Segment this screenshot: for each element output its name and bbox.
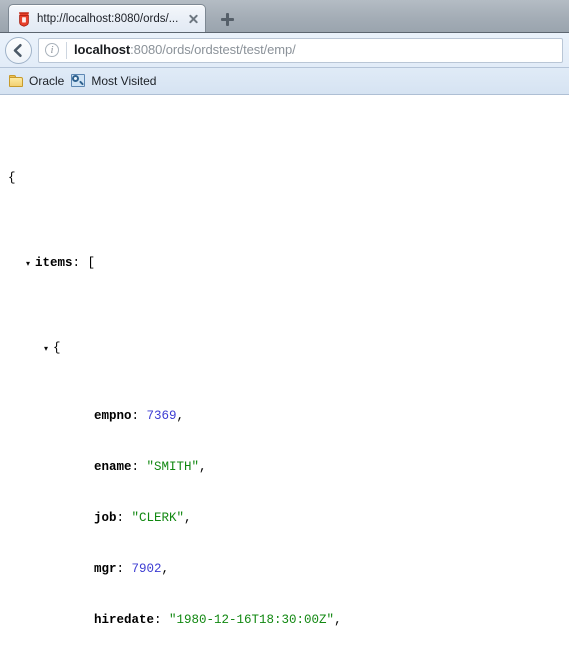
table-row: mgr: 7902, <box>94 562 170 576</box>
navigation-toolbar: i localhost:8080/ords/ordstest/test/emp/ <box>0 33 569 68</box>
value-ename: "SMITH" <box>146 460 200 474</box>
tab-strip: http://localhost:8080/ords/... <box>0 0 569 33</box>
back-button[interactable] <box>5 36 32 64</box>
table-row: hiredate: "1980-12-16T18:30:00Z", <box>94 613 342 627</box>
table-row: empno: 7369, <box>94 409 185 423</box>
browser-tab-active[interactable]: http://localhost:8080/ords/... <box>8 4 206 32</box>
value-job: "CLERK" <box>131 511 185 525</box>
url-bar[interactable]: i localhost:8080/ords/ordstest/test/emp/ <box>38 37 563 63</box>
json-object-open: ▾{ <box>44 340 61 357</box>
url-path: :8080/ords/ordstest/test/emp/ <box>130 42 296 57</box>
url-host: localhost <box>74 42 131 57</box>
arrow-left-icon <box>13 43 22 57</box>
folder-icon <box>9 74 24 88</box>
bookmarks-toolbar: Oracle Most Visited <box>0 68 569 95</box>
bookmark-item-oracle[interactable]: Oracle <box>7 71 69 91</box>
tab-title: http://localhost:8080/ords/... <box>37 12 179 25</box>
most-visited-icon <box>71 74 86 88</box>
value-hiredate: "1980-12-16T18:30:00Z" <box>169 613 335 627</box>
url-separator <box>66 41 67 59</box>
json-viewer-content: { ▾ items: [ ▾{ empno: 7369, ename: "SMIT… <box>0 95 569 653</box>
json-array-open: [ <box>87 256 96 270</box>
json-tree: { ▾ items: [ ▾{ empno: 7369, ename: "SMIT… <box>0 102 569 653</box>
bookmark-label: Oracle <box>29 74 65 88</box>
oracle-apex-favicon <box>16 11 32 27</box>
info-icon[interactable]: i <box>44 42 60 58</box>
close-tab-icon[interactable] <box>186 11 201 26</box>
url-text: localhost:8080/ords/ordstest/test/emp/ <box>74 42 562 58</box>
value-mgr: 7902 <box>131 562 162 576</box>
table-row: ename: "SMITH", <box>94 460 207 474</box>
twisty-record[interactable]: ▾ <box>44 340 53 357</box>
bookmark-label: Most Visited <box>91 74 157 88</box>
bookmark-item-most-visited[interactable]: Most Visited <box>69 71 161 91</box>
json-key-items: items <box>35 256 73 270</box>
new-tab-icon[interactable] <box>208 7 246 32</box>
json-root-open: { <box>8 171 16 185</box>
json-items-row: ▾ items: [ <box>26 255 96 272</box>
browser-window: http://localhost:8080/ords/... i localho… <box>0 0 569 653</box>
value-empno: 7369 <box>146 409 177 423</box>
table-row: job: "CLERK", <box>94 511 192 525</box>
twisty-items[interactable]: ▾ <box>26 255 35 272</box>
